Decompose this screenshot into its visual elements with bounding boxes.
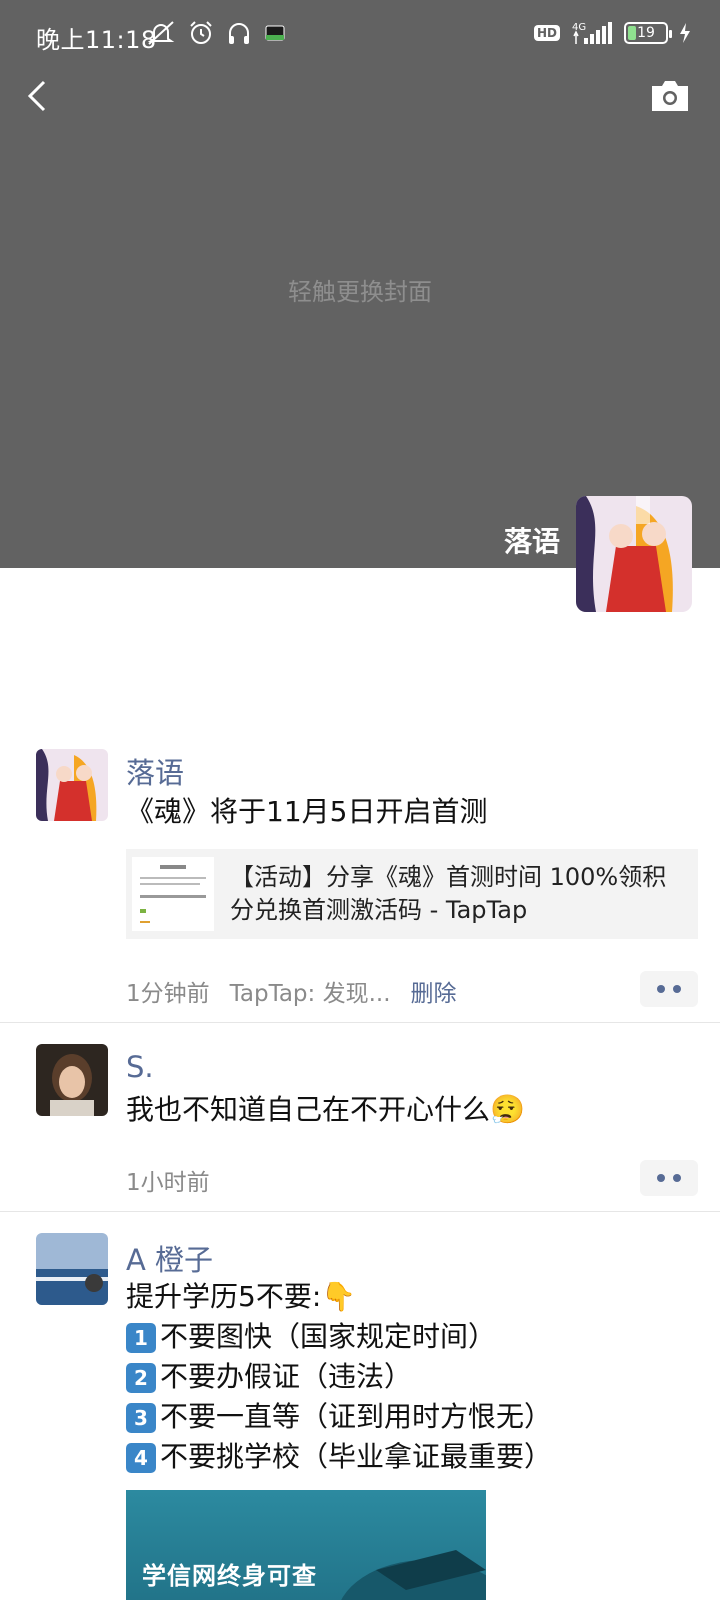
post-actions-button[interactable] <box>640 971 698 1007</box>
dot-icon <box>657 985 665 993</box>
dot-icon <box>657 1174 665 1182</box>
post-image-caption: 学信网终身可查 <box>142 1562 317 1590</box>
post-author[interactable]: S. <box>126 1050 154 1084</box>
post-line: 提升学历5不要:👇 <box>126 1280 357 1313</box>
profile-name: 落语 <box>503 525 560 558</box>
alarm-icon <box>190 21 212 44</box>
post-text: 我也不知道自己在不开心什么😮‍💨 <box>126 1093 525 1126</box>
battery-indicator: 19 <box>624 22 672 44</box>
keycap-1-icon: 1 <box>126 1323 156 1353</box>
anime-avatar-image <box>576 496 692 612</box>
battery-level: 19 <box>637 25 655 41</box>
post-divider <box>0 1022 720 1023</box>
status-bar: 晚上11:18 HD 4G 19 <box>0 0 720 70</box>
post-meta: 1小时前 <box>126 1163 210 1197</box>
post-text: 提升学历5不要:👇 1 不要图快（国家规定时间） 2 不要办假证（违法） 3 不要一直… <box>126 1277 690 1477</box>
post-line: 1 不要图快（国家规定时间） <box>126 1317 690 1357</box>
link-thumbnail-image <box>132 857 214 931</box>
link-title: 【活动】分享《魂》首测时间 100%领积分兑换首测激活码 - TapTap <box>230 863 667 924</box>
svg-text:4G: 4G <box>572 22 586 33</box>
post-time: 1分钟前 <box>126 981 210 1007</box>
chevron-left-icon <box>27 80 46 112</box>
dot-icon <box>673 1174 681 1182</box>
post-author[interactable]: A 橙子 <box>126 1237 213 1279</box>
anime-avatar-image <box>36 749 108 821</box>
post-image[interactable]: 学信网终身可查 <box>126 1490 486 1600</box>
post-line-text: 不要挑学校（毕业拿证最重要） <box>160 1440 553 1473</box>
post-line: 2 不要办假证（违法） <box>126 1357 690 1397</box>
mute-icon <box>147 21 175 45</box>
keycap-2-icon: 2 <box>126 1363 156 1393</box>
post-avatar[interactable] <box>36 1233 108 1305</box>
post-line-text: 不要办假证（违法） <box>160 1360 413 1393</box>
post-line-text: 不要图快（国家规定时间） <box>160 1320 497 1353</box>
status-icons-left <box>146 20 286 46</box>
post-line-text: 不要一直等（证到用时方恨无） <box>160 1400 553 1433</box>
post-actions-button[interactable] <box>640 1160 698 1196</box>
child-photo-avatar <box>36 1044 108 1116</box>
change-cover-hint[interactable]: 轻触更换封面 <box>0 272 720 307</box>
post-author[interactable]: 落语 <box>126 750 184 792</box>
post-divider <box>0 1211 720 1212</box>
dot-icon <box>673 985 681 993</box>
hd-badge: HD <box>533 25 560 41</box>
battery-fill <box>628 26 636 40</box>
post-line: 4 不要挑学校（毕业拿证最重要） <box>126 1437 690 1477</box>
link-thumbnail <box>132 857 214 931</box>
camera-icon <box>652 81 688 111</box>
post-time: 1小时前 <box>126 1170 210 1196</box>
landscape-photo-avatar <box>36 1233 108 1305</box>
profile-avatar[interactable] <box>576 496 692 612</box>
keycap-4-icon: 4 <box>126 1443 156 1473</box>
post-text: 《魂》将于11月5日开启首测 <box>126 795 488 828</box>
post-source[interactable]: TapTap: 发现... <box>230 974 391 1008</box>
keycap-3-icon: 3 <box>126 1403 156 1433</box>
camera-button[interactable] <box>650 78 690 114</box>
post-avatar[interactable] <box>36 1044 108 1116</box>
headphones-icon <box>229 23 249 44</box>
shared-link-card[interactable]: 【活动】分享《魂》首测时间 100%领积分兑换首测激活码 - TapTap <box>126 849 698 939</box>
post-avatar[interactable] <box>36 749 108 821</box>
post-line: 3 不要一直等（证到用时方恨无） <box>126 1397 690 1437</box>
back-button[interactable] <box>22 74 62 118</box>
status-time: 晚上11:18 <box>36 26 157 54</box>
signal-icon: 4G <box>572 22 612 44</box>
app-notification-icon <box>265 25 285 41</box>
charging-icon <box>680 23 690 43</box>
post-meta: 1分钟前 TapTap: 发现... 删除 <box>126 974 457 1008</box>
delete-button[interactable]: 删除 <box>411 974 457 1008</box>
status-icons-right: HD 4G 19 <box>533 20 692 46</box>
cover-image-area[interactable]: 晚上11:18 HD 4G 19 轻触更换封面 落语 <box>0 0 720 568</box>
